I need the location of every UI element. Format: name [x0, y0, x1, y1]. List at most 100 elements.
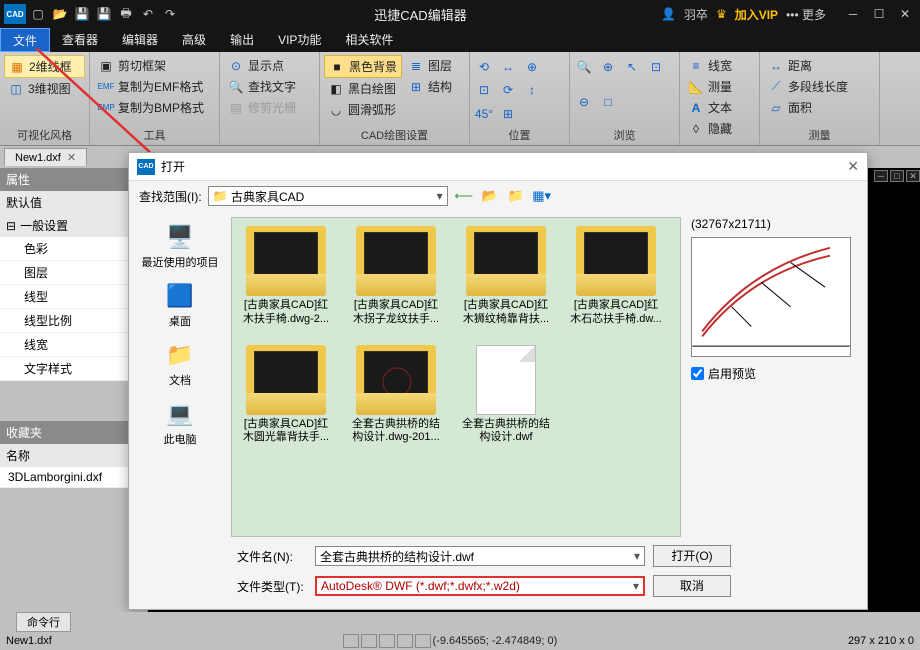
position-icon[interactable]: ⟳: [498, 82, 518, 98]
position-icon[interactable]: ⊞: [498, 106, 518, 122]
print-icon[interactable]: 🖶: [116, 4, 136, 24]
menu-editor[interactable]: 编辑器: [110, 28, 170, 52]
browse-icon[interactable]: ⊖: [574, 94, 594, 110]
menu-file[interactable]: 文件: [0, 28, 50, 52]
close-button[interactable]: ✕: [894, 4, 916, 24]
ribbon-trim-raster[interactable]: ▤修剪光栅: [224, 97, 315, 118]
file-item[interactable]: [古典家具CAD]红木狮纹椅靠背扶...: [460, 226, 552, 327]
side-item-linetype[interactable]: 线型: [0, 285, 147, 309]
ribbon-layers[interactable]: ≣图层: [404, 55, 456, 76]
ribbon-smooth-arc[interactable]: ◡圆滑弧形: [324, 99, 402, 120]
ribbon-measure[interactable]: 📐测量: [684, 76, 755, 97]
file-item[interactable]: [古典家具CAD]红木拐子龙纹扶手...: [350, 226, 442, 327]
ribbon-group-visual-style: 可视化风格: [4, 125, 85, 145]
ribbon-copy-bmp[interactable]: BMP复制为BMP格式: [94, 97, 215, 118]
ribbon-lineweight[interactable]: ≡线宽: [684, 55, 755, 76]
side-item-textstyle[interactable]: 文字样式: [0, 357, 147, 381]
position-icon[interactable]: ↔: [498, 59, 518, 75]
cancel-button[interactable]: 取消: [653, 575, 731, 597]
browse-icon[interactable]: 🔍: [574, 59, 594, 75]
minimize-button[interactable]: ─: [842, 4, 864, 24]
file-item[interactable]: [古典家具CAD]红木圆光靠背扶手...: [240, 345, 332, 446]
browse-icon[interactable]: ⊡: [646, 59, 666, 75]
filetype-field[interactable]: AutoDesk® DWF (*.dwf;*.dwfx;*.w2d)▾: [315, 576, 645, 596]
default-header[interactable]: 默认值: [0, 191, 147, 214]
close-tab-icon[interactable]: ✕: [67, 151, 76, 164]
up-icon[interactable]: 📂: [480, 186, 500, 206]
user-name[interactable]: 羽卒: [684, 6, 708, 23]
place-documents[interactable]: 📁文档: [163, 341, 197, 388]
new-folder-icon[interactable]: 📁: [506, 186, 526, 206]
ribbon-3d-view[interactable]: ◫3维视图: [4, 78, 85, 99]
new-icon[interactable]: ▢: [28, 4, 48, 24]
ribbon-text[interactable]: A文本: [684, 97, 755, 118]
undo-icon[interactable]: ↶: [138, 4, 158, 24]
file-item[interactable]: [古典家具CAD]红木石芯扶手椅.dw...: [570, 226, 662, 327]
position-icon[interactable]: ⊕: [522, 59, 542, 75]
side-item-lineweight[interactable]: 线宽: [0, 333, 147, 357]
canvas-max-icon[interactable]: □: [890, 170, 904, 182]
ribbon-show-points[interactable]: ⊙显示点: [224, 55, 315, 76]
ribbon-bw-draw[interactable]: ◧黑白绘图: [324, 78, 402, 99]
position-icon[interactable]: 45°: [474, 106, 494, 122]
scope-combo[interactable]: 📁 古典家具CAD ▾: [208, 186, 448, 206]
open-icon[interactable]: 📂: [50, 4, 70, 24]
general-settings-header[interactable]: ⊟一般设置: [0, 214, 147, 237]
ribbon-structure[interactable]: ⊞结构: [404, 76, 456, 97]
position-icon[interactable]: ↕: [522, 82, 542, 98]
place-desktop[interactable]: 🟦桌面: [163, 282, 197, 329]
redo-icon[interactable]: ↷: [160, 4, 180, 24]
file-item[interactable]: 全套古典拱桥的结构设计.dwg-201...: [350, 345, 442, 446]
status-icon[interactable]: [415, 634, 431, 648]
place-recent[interactable]: 🖥️最近使用的项目: [142, 223, 219, 270]
side-item-color[interactable]: 色彩: [0, 237, 147, 261]
side-item-layer[interactable]: 图层: [0, 261, 147, 285]
canvas-close-icon[interactable]: ✕: [906, 170, 920, 182]
status-icon[interactable]: [343, 634, 359, 648]
file-list[interactable]: [古典家具CAD]红木扶手椅.dwg-2... [古典家具CAD]红木拐子龙纹扶…: [231, 217, 681, 537]
ribbon-hide[interactable]: ◊隐藏: [684, 118, 755, 139]
position-icon[interactable]: ⟲: [474, 59, 494, 75]
canvas-min-icon[interactable]: ─: [874, 170, 888, 182]
ribbon-copy-emf[interactable]: EMF复制为EMF格式: [94, 76, 215, 97]
ribbon-find-text[interactable]: 🔍查找文字: [224, 76, 315, 97]
menu-related[interactable]: 相关软件: [333, 28, 405, 52]
place-thispc[interactable]: 💻此电脑: [163, 400, 197, 447]
status-icon[interactable]: [361, 634, 377, 648]
enable-preview-checkbox[interactable]: 启用预览: [691, 365, 853, 382]
menu-viewer[interactable]: 查看器: [50, 28, 110, 52]
document-tab[interactable]: New1.dxf ✕: [4, 148, 87, 166]
status-icon[interactable]: [397, 634, 413, 648]
menu-advanced[interactable]: 高级: [170, 28, 218, 52]
dialog-close-button[interactable]: ✕: [847, 158, 859, 175]
browse-icon[interactable]: ⊕: [598, 59, 618, 75]
filename-field[interactable]: 全套古典拱桥的结构设计.dwf▾: [315, 546, 645, 566]
open-button[interactable]: 打开(O): [653, 545, 731, 567]
ribbon-area[interactable]: ▱面积: [764, 97, 875, 118]
maximize-button[interactable]: ☐: [868, 4, 890, 24]
view-icon[interactable]: ▦▾: [532, 186, 552, 206]
browse-icon[interactable]: ↖: [622, 59, 642, 75]
commandline-tab[interactable]: 命令行: [16, 612, 71, 632]
position-icon[interactable]: ⊡: [474, 82, 494, 98]
ribbon-polyline-length[interactable]: ⟋多段线长度: [764, 76, 875, 97]
back-icon[interactable]: ⟵: [454, 186, 474, 206]
ribbon-clip-frame[interactable]: ▣剪切框架: [94, 55, 215, 76]
file-item-selected[interactable]: 全套古典拱桥的结构设计.dwf: [460, 345, 552, 446]
browse-icon[interactable]: □: [598, 94, 618, 110]
menu-vip[interactable]: VIP功能: [266, 28, 333, 52]
ribbon-2d-wireframe[interactable]: ▦2维线框: [4, 55, 85, 78]
menu-output[interactable]: 输出: [218, 28, 266, 52]
join-vip-button[interactable]: 加入VIP: [735, 6, 778, 23]
user-icon[interactable]: 👤: [661, 7, 676, 21]
save-icon[interactable]: 💾: [72, 4, 92, 24]
more-button[interactable]: ••• 更多: [786, 6, 826, 23]
status-icon[interactable]: [379, 634, 395, 648]
ribbon-black-bg[interactable]: ■黑色背景: [324, 55, 402, 78]
ribbon-distance[interactable]: ↔距离: [764, 55, 875, 76]
saveas-icon[interactable]: 💾: [94, 4, 114, 24]
favorite-item[interactable]: 3DLamborgini.dxf: [0, 467, 147, 488]
file-item[interactable]: [古典家具CAD]红木扶手椅.dwg-2...: [240, 226, 332, 327]
status-filename: New1.dxf: [6, 635, 52, 647]
side-item-ltscale[interactable]: 线型比例: [0, 309, 147, 333]
